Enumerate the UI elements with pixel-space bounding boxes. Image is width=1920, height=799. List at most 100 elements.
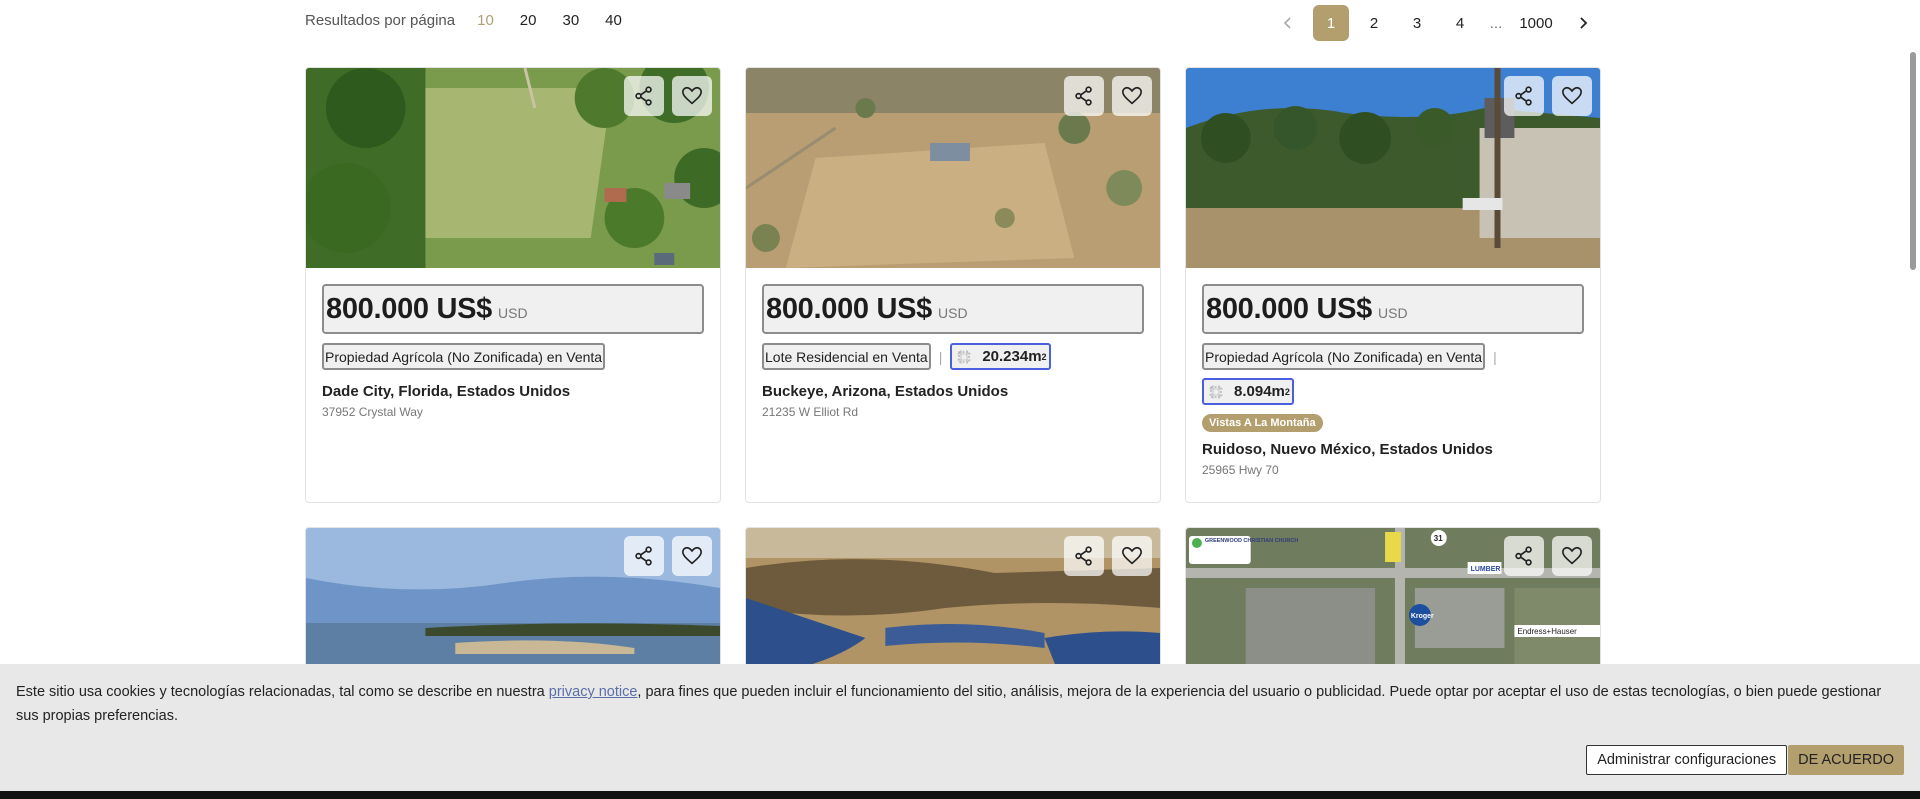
area-unit-superscript: 2	[1284, 386, 1290, 397]
share-button[interactable]	[1504, 76, 1544, 116]
lot-area-value: 8.094m	[1234, 383, 1285, 400]
map-label-company: Endress+Hauser	[1517, 627, 1577, 636]
listing-address: 25965 Hwy 70	[1202, 463, 1279, 477]
lot-area-value: 20.234m	[982, 348, 1042, 365]
favorite-button[interactable]	[1552, 76, 1592, 116]
privacy-notice-link[interactable]: privacy notice	[549, 684, 638, 700]
price: 800.000 US$	[766, 293, 932, 325]
favorite-button[interactable]	[1112, 536, 1152, 576]
tag-separator: |	[938, 348, 943, 365]
listing-card[interactable]	[745, 527, 1161, 687]
listing-photo[interactable]	[1186, 68, 1600, 268]
heart-icon	[682, 86, 702, 105]
share-button[interactable]	[624, 536, 664, 576]
listing-details: 800.000 US$ USD Lote Residencial en Vent…	[746, 268, 1160, 433]
listing-card[interactable]: 800.000 US$ USD Propiedad Agrícola (No Z…	[1185, 67, 1601, 503]
chevron-left-icon	[1283, 17, 1291, 29]
listing-area-row: 8.094m 2	[1202, 378, 1584, 405]
price-box: 800.000 US$ USD	[762, 284, 1144, 334]
tag-separator: |	[1493, 348, 1497, 365]
page-2-button[interactable]: 2	[1356, 5, 1392, 41]
listing-location: Ruidoso, Nuevo México, Estados Unidos	[1202, 441, 1493, 458]
listing-card[interactable]: 800.000 US$ USD Lote Residencial en Vent…	[745, 67, 1161, 503]
share-icon	[635, 86, 652, 106]
price: 800.000 US$	[326, 293, 492, 325]
heart-icon	[1122, 86, 1142, 105]
favorite-button[interactable]	[672, 536, 712, 576]
per-page-option-10[interactable]: 10	[477, 12, 494, 29]
share-icon	[1075, 546, 1092, 566]
currency: USD	[938, 305, 968, 321]
per-page-option-30[interactable]: 30	[562, 12, 579, 29]
results-per-page: Resultados por página 10 20 30 40	[305, 12, 648, 29]
heart-icon	[682, 546, 702, 565]
cookie-text-start: Este sitio usa cookies y tecnologías rel…	[16, 684, 549, 700]
feature-badge: Vistas A La Montaña	[1202, 414, 1323, 432]
listing-card[interactable]: GREENWOOD CHRISTIAN CHURCH 31 LUMBER Kro…	[1185, 527, 1601, 687]
currency: USD	[1378, 305, 1408, 321]
heart-icon	[1562, 546, 1582, 565]
share-button[interactable]	[1504, 536, 1544, 576]
listing-location: Buckeye, Arizona, Estados Unidos	[762, 383, 1009, 400]
listing-tags: Propiedad Agrícola (No Zonificada) en Ve…	[322, 343, 704, 370]
next-page-button[interactable]	[1565, 5, 1601, 41]
share-icon	[1515, 546, 1532, 566]
heart-icon	[1122, 546, 1142, 565]
pagination-ellipsis: ...	[1489, 14, 1503, 32]
page-scrollbar[interactable]	[1906, 0, 1920, 664]
favorite-button[interactable]	[672, 76, 712, 116]
area-unit-superscript: 2	[1041, 351, 1047, 362]
listing-tags: Lote Residencial en Venta | 20.234m 2	[762, 343, 1144, 370]
price-box: 800.000 US$ USD	[1202, 284, 1584, 334]
lot-area: 8.094m 2	[1202, 378, 1294, 405]
property-type: Lote Residencial en Venta	[762, 343, 931, 370]
page-last-button[interactable]: 1000	[1514, 5, 1558, 41]
prev-page-button[interactable]	[1270, 5, 1306, 41]
property-type: Propiedad Agrícola (No Zonificada) en Ve…	[322, 343, 606, 370]
share-button[interactable]	[1064, 536, 1104, 576]
map-label-store: Kroger	[1411, 613, 1434, 620]
listing-address: 37952 Crystal Way	[322, 405, 423, 419]
results-toolbar: Resultados por página 10 20 30 40 1 2 3 …	[305, 0, 1601, 46]
favorite-button[interactable]	[1112, 76, 1152, 116]
cookie-banner: Este sitio usa cookies y tecnologías rel…	[0, 664, 1920, 791]
listing-details: 800.000 US$ USD Propiedad Agrícola (No Z…	[1186, 268, 1600, 491]
pagination: 1 2 3 4 ... 1000	[1263, 5, 1601, 41]
per-page-option-40[interactable]: 40	[605, 12, 622, 29]
share-icon	[635, 546, 652, 566]
share-icon	[1515, 86, 1532, 106]
cookie-message: Este sitio usa cookies y tecnologías rel…	[16, 680, 1904, 728]
accept-cookies-button[interactable]: DE ACUERDO	[1788, 745, 1904, 775]
results-per-page-label: Resultados por página	[305, 12, 456, 29]
listing-card[interactable]: 800.000 US$ USD Propiedad Agrícola (No Z…	[305, 67, 721, 503]
map-label-lumber: LUMBER	[1471, 566, 1501, 573]
heart-icon	[1562, 86, 1582, 105]
per-page-option-20[interactable]: 20	[520, 12, 537, 29]
manage-settings-button[interactable]: Administrar configuraciones	[1586, 745, 1788, 775]
cookie-actions: Administrar configuraciones DE ACUERDO	[1586, 745, 1904, 775]
property-type: Propiedad Agrícola (No Zonificada) en Ve…	[1202, 343, 1486, 370]
listing-location: Dade City, Florida, Estados Unidos	[322, 383, 571, 400]
chevron-right-icon	[1580, 17, 1588, 29]
currency: USD	[498, 305, 528, 321]
price: 800.000 US$	[1206, 293, 1372, 325]
favorite-button[interactable]	[1552, 536, 1592, 576]
listing-tags: Propiedad Agrícola (No Zonificada) en Ve…	[1202, 343, 1584, 370]
map-label-church: GREENWOOD CHRISTIAN CHURCH	[1205, 538, 1298, 544]
listing-photo[interactable]	[306, 68, 720, 268]
share-button[interactable]	[1064, 76, 1104, 116]
share-button[interactable]	[624, 76, 664, 116]
area-icon	[957, 349, 972, 364]
listing-photo[interactable]	[746, 68, 1160, 268]
listing-details: 800.000 US$ USD Propiedad Agrícola (No Z…	[306, 268, 720, 433]
listing-card[interactable]	[305, 527, 721, 687]
bottom-edge-bar	[0, 791, 1920, 799]
scrollbar-thumb[interactable]	[1910, 52, 1916, 270]
page-4-button[interactable]: 4	[1442, 5, 1478, 41]
page-3-button[interactable]: 3	[1399, 5, 1435, 41]
page-1-button[interactable]: 1	[1313, 5, 1349, 41]
price-box: 800.000 US$ USD	[322, 284, 704, 334]
map-route-number: 31	[1434, 534, 1443, 543]
lot-area: 20.234m 2	[950, 343, 1051, 370]
area-icon	[1209, 384, 1223, 399]
